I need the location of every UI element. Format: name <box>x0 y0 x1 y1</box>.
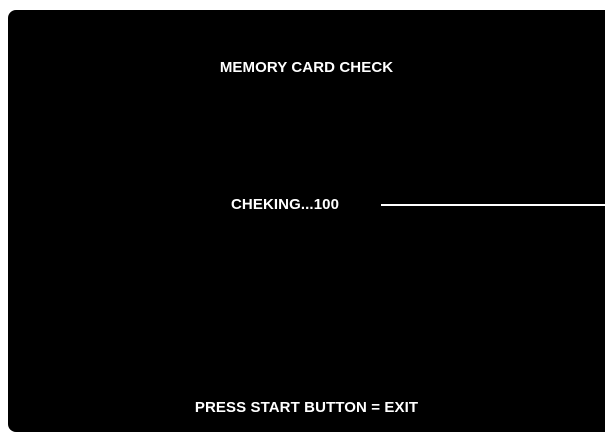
progress-bar <box>381 204 605 206</box>
memory-card-check-screen: MEMORY CARD CHECK CHEKING...100 PRESS ST… <box>8 10 605 432</box>
checking-status: CHEKING...100 <box>231 196 339 214</box>
checking-value: 100 <box>313 196 340 213</box>
exit-instruction: PRESS START BUTTON = EXIT <box>194 399 419 416</box>
checking-label: CHEKING... <box>231 196 314 213</box>
screen-title: MEMORY CARD CHECK <box>219 59 394 76</box>
